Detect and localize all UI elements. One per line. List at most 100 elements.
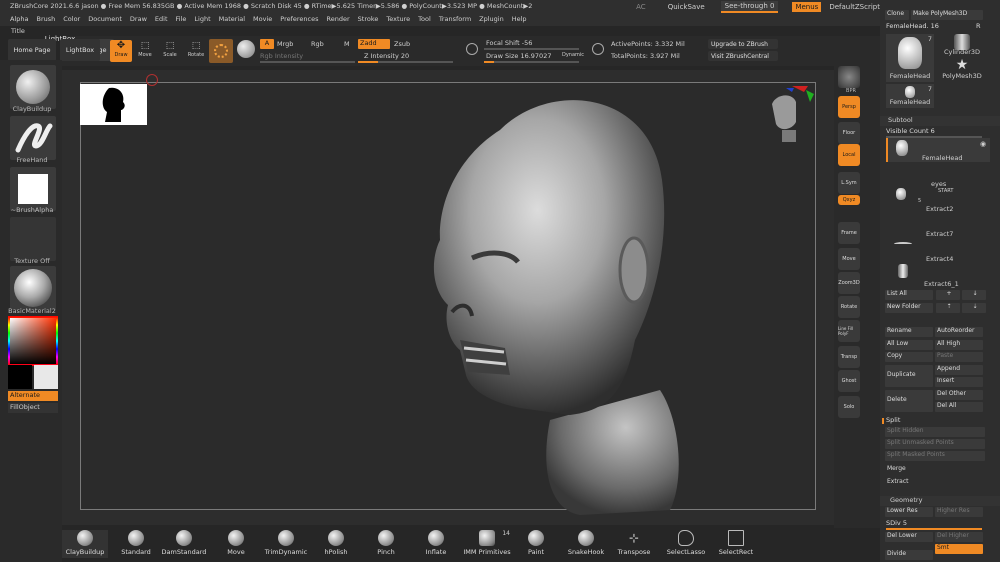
focal-shift-slider[interactable]: Focal Shift -56 xyxy=(486,39,532,47)
rename-button[interactable]: Rename xyxy=(885,327,933,337)
draw-size-slider[interactable]: Draw Size 16.97027 xyxy=(486,52,551,60)
stroke-thumbnail[interactable] xyxy=(10,116,56,160)
move-view-button[interactable]: Move xyxy=(838,248,860,270)
transp-button[interactable]: Transp xyxy=(838,346,860,368)
subtool-header[interactable]: Subtool xyxy=(880,116,1000,126)
menu-edit[interactable]: Edit xyxy=(155,15,168,23)
zoom3d-button[interactable]: Zoom3D xyxy=(838,272,860,294)
brush-damstandard[interactable]: DamStandard xyxy=(160,530,208,556)
del-higher-button[interactable]: Del Higher xyxy=(935,532,983,542)
bpr-button[interactable] xyxy=(838,66,860,88)
folder-up-button[interactable]: ⇡ xyxy=(936,303,960,313)
split-unmasked-button[interactable]: Split Unmasked Points xyxy=(885,439,985,449)
arrow-down-button[interactable]: ↓ xyxy=(962,290,986,300)
copy-button[interactable]: Copy xyxy=(885,352,933,362)
menu-stroke[interactable]: Stroke xyxy=(358,15,379,23)
brush-imm-primitives[interactable]: 14 IMM Primitives xyxy=(460,530,514,556)
insert-button[interactable]: Insert xyxy=(935,377,983,387)
sculpt-model[interactable] xyxy=(400,90,700,520)
menu-help[interactable]: Help xyxy=(512,15,527,23)
alpha-thumbnail[interactable] xyxy=(10,167,56,211)
paste-button[interactable]: Paste xyxy=(935,352,983,362)
smt-button[interactable]: Smt xyxy=(935,544,983,554)
merge-button[interactable]: Merge xyxy=(885,465,985,475)
append-button[interactable]: Append xyxy=(935,365,983,375)
local-button[interactable]: Local xyxy=(838,144,860,166)
menu-color[interactable]: Color xyxy=(63,15,80,23)
brush-pinch[interactable]: Pinch xyxy=(362,530,410,556)
brush-standard[interactable]: Standard xyxy=(112,530,160,556)
del-lower-button[interactable]: Del Lower xyxy=(885,532,933,542)
lower-res-button[interactable]: Lower Res xyxy=(885,507,933,517)
extract-button[interactable]: Extract xyxy=(885,478,985,488)
eye-icon[interactable]: ◉ xyxy=(980,140,986,148)
femalehead-tool-thumb[interactable]: 7 FemaleHead xyxy=(886,34,934,82)
menu-alpha[interactable]: Alpha xyxy=(10,15,28,23)
menu-transform[interactable]: Transform xyxy=(439,15,471,23)
menu-texture[interactable]: Texture xyxy=(386,15,410,23)
menus-button[interactable]: Menus xyxy=(792,2,822,12)
brush-snakehook[interactable]: SnakeHook xyxy=(562,530,610,556)
visit-zbrushcentral-button[interactable]: Visit ZBrushCentral xyxy=(708,51,778,61)
material-thumbnail[interactable] xyxy=(10,266,56,310)
delete-button[interactable]: Delete xyxy=(885,390,933,412)
autoreorder-button[interactable]: AutoReorder xyxy=(935,327,983,337)
secondary-color-swatch[interactable] xyxy=(34,365,58,389)
dynamic-button[interactable]: Dynamic xyxy=(562,52,584,58)
ac-label[interactable]: AC xyxy=(636,3,646,11)
tool-selectrect[interactable]: SelectRect xyxy=(712,530,760,556)
texture-thumbnail[interactable] xyxy=(10,217,56,261)
all-high-button[interactable]: All High xyxy=(935,340,983,350)
tool-transpose[interactable]: ⊹ Transpose xyxy=(610,530,658,556)
mrgb-button[interactable]: Mrgb xyxy=(277,40,293,48)
menu-render[interactable]: Render xyxy=(327,15,350,23)
split-masked-button[interactable]: Split Masked Points xyxy=(885,451,985,461)
menu-tool[interactable]: Tool xyxy=(418,15,431,23)
brush-inflate[interactable]: Inflate xyxy=(412,530,460,556)
brush-trimdynamic[interactable]: TrimDynamic xyxy=(262,530,310,556)
m-button[interactable]: M xyxy=(344,40,350,48)
defaultzscript-button[interactable]: DefaultZScript xyxy=(829,3,880,11)
current-brush-thumbnail[interactable] xyxy=(10,65,56,109)
make-polymesh-button[interactable]: Make PolyMesh3D xyxy=(911,10,983,20)
primary-color-swatch[interactable] xyxy=(8,365,32,389)
fillobject-button[interactable]: FillObject xyxy=(8,403,58,413)
r-button[interactable]: R xyxy=(976,22,986,32)
zsub-button[interactable]: Zsub xyxy=(394,40,410,48)
home-page-shelf-button[interactable]: Home Page xyxy=(8,39,56,61)
material-sphere-icon[interactable] xyxy=(209,39,233,63)
zadd-button[interactable]: Zadd xyxy=(358,39,390,49)
menu-zplugin[interactable]: Zplugin xyxy=(479,15,504,23)
polyframe-button[interactable]: Line Fill PolyF xyxy=(838,320,860,342)
split-hidden-button[interactable]: Split Hidden xyxy=(885,427,985,437)
scale-mode-button[interactable]: ⬚ Scale xyxy=(161,40,179,62)
menu-light[interactable]: Light xyxy=(194,15,210,23)
del-other-button[interactable]: Del Other xyxy=(935,390,983,400)
qxyz-button[interactable]: Qxyz xyxy=(838,195,860,205)
subtool-item-extract6-1[interactable]: Extract6_1 xyxy=(886,262,990,288)
color-picker[interactable] xyxy=(8,316,58,366)
menu-movie[interactable]: Movie xyxy=(253,15,272,23)
rotate-mode-button[interactable]: ⬚ Rotate xyxy=(186,40,206,62)
navigation-gizmo[interactable] xyxy=(762,84,818,144)
a-button[interactable]: A xyxy=(260,39,274,49)
subtool-item-extract4[interactable]: Extract4 xyxy=(886,238,990,263)
solo-button[interactable]: Solo xyxy=(838,396,860,418)
dynamesh-icon[interactable] xyxy=(237,40,255,58)
lightbox-shelf-button[interactable]: LightBox xyxy=(60,39,100,61)
menu-file[interactable]: File xyxy=(176,15,187,23)
rgb-intensity-slider[interactable]: Rgb Intensity xyxy=(260,52,303,60)
lsym-button[interactable]: L.Sym xyxy=(838,172,860,194)
subtool-item-extract7[interactable]: Extract7 xyxy=(886,212,990,238)
clone-button[interactable]: Clone xyxy=(885,10,909,20)
menu-document[interactable]: Document xyxy=(88,15,122,23)
quicksave-button[interactable]: QuickSave xyxy=(668,3,705,11)
duplicate-button[interactable]: Duplicate xyxy=(885,365,933,387)
brush-paint[interactable]: Paint xyxy=(512,530,560,556)
list-all-button[interactable]: List All xyxy=(885,290,933,300)
menu-brush[interactable]: Brush xyxy=(36,15,55,23)
cylinder3d-tool-thumb[interactable]: Cylinder3D xyxy=(938,34,986,56)
higher-res-button[interactable]: Higher Res xyxy=(935,507,983,517)
persp-button[interactable]: Persp xyxy=(838,96,860,118)
brush-hpolish[interactable]: hPolish xyxy=(312,530,360,556)
